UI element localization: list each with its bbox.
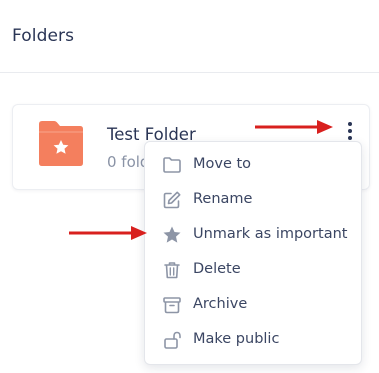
archive-box-icon [163,297,181,314]
menu-item-label: Make public [193,331,280,347]
menu-item-label: Move to [193,156,252,172]
menu-item-archive[interactable]: Archive [145,288,361,323]
menu-item-label: Unmark as important [193,226,348,242]
annotation-arrow-icon [69,226,147,240]
trash-icon [164,262,180,279]
page: Folders Test Folder 0 folders Move to Re… [0,0,379,373]
folder-icon [163,157,181,173]
more-options-button[interactable] [343,119,359,143]
menu-item-make-public[interactable]: Make public [145,323,361,358]
menu-item-move-to[interactable]: Move to [145,148,361,183]
menu-item-rename[interactable]: Rename [145,183,361,218]
star-icon [163,226,181,243]
dot-icon [348,122,352,126]
dot-icon [348,129,352,133]
menu-item-label: Rename [193,191,253,207]
page-header: Folders [0,0,379,73]
dot-icon [348,136,352,140]
context-menu: Move to Rename Unmark as important Delet… [144,141,362,365]
unlock-icon [164,331,181,349]
pencil-square-icon [163,191,181,209]
menu-item-label: Archive [193,296,248,312]
page-title: Folders [12,26,75,46]
folder-star-icon [39,121,83,166]
annotation-arrow-icon [255,120,333,134]
menu-item-unmark-important[interactable]: Unmark as important [145,218,361,253]
menu-item-delete[interactable]: Delete [145,253,361,288]
menu-item-label: Delete [193,261,241,277]
